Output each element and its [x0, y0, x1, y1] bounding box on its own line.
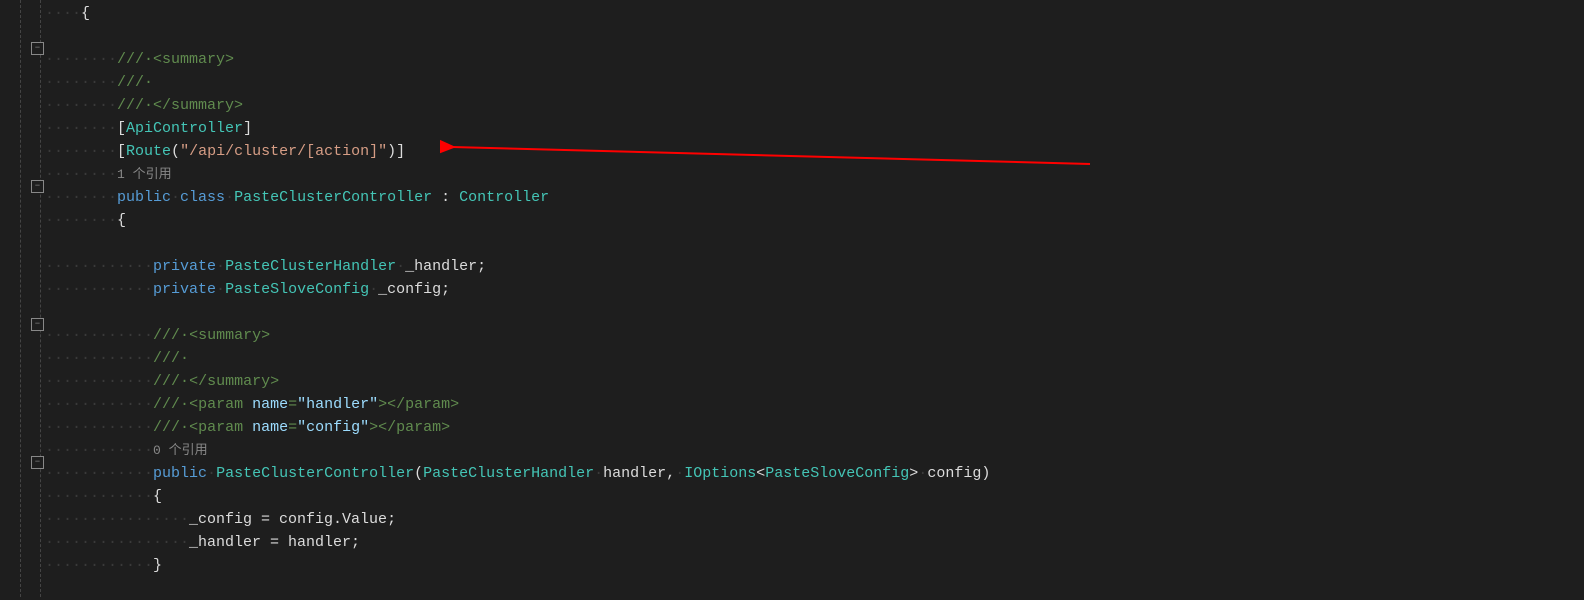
code-line[interactable]: ············private·PasteClusterHandler·… [45, 255, 1584, 278]
code-line[interactable]: ············///·<summary> [45, 324, 1584, 347]
code-line[interactable]: ············///·<param name="config"></p… [45, 416, 1584, 439]
code-line[interactable]: ········1 个引用 [45, 163, 1584, 186]
code-line[interactable]: ················_config = config.Value; [45, 508, 1584, 531]
code-line[interactable] [45, 25, 1584, 48]
code-line[interactable]: ············///·<param name="handler"></… [45, 393, 1584, 416]
codelens-references[interactable]: 0 个引用 [153, 443, 208, 458]
codelens-references[interactable]: 1 个引用 [117, 167, 172, 182]
fold-toggle-icon[interactable]: − [31, 318, 44, 331]
gutter: − − − − [0, 0, 45, 597]
code-line[interactable] [45, 301, 1584, 324]
code-line[interactable]: ············} [45, 554, 1584, 577]
fold-toggle-icon[interactable]: − [31, 42, 44, 55]
code-editor[interactable]: − − − − ····{ ········///·<summary> ····… [0, 0, 1584, 597]
code-line[interactable]: ············///·</summary> [45, 370, 1584, 393]
fold-toggle-icon[interactable]: − [31, 456, 44, 469]
code-line[interactable]: ········///·<summary> [45, 48, 1584, 71]
fold-toggle-icon[interactable]: − [31, 180, 44, 193]
code-line[interactable] [45, 232, 1584, 255]
code-line[interactable]: ············{ [45, 485, 1584, 508]
code-line[interactable]: ········[ApiController] [45, 117, 1584, 140]
code-line[interactable]: ········{ [45, 209, 1584, 232]
code-line[interactable]: ········///·</summary> [45, 94, 1584, 117]
code-line[interactable]: ············///· [45, 347, 1584, 370]
code-line[interactable]: ············0 个引用 [45, 439, 1584, 462]
code-line[interactable]: ········public·class·PasteClusterControl… [45, 186, 1584, 209]
code-line[interactable]: ················_handler = handler; [45, 531, 1584, 554]
code-line[interactable]: ········[Route("/api/cluster/[action]")] [45, 140, 1584, 163]
code-line[interactable]: ········///· [45, 71, 1584, 94]
code-line[interactable]: ············private·PasteSloveConfig·_co… [45, 278, 1584, 301]
code-line[interactable]: ············public·PasteClusterControlle… [45, 462, 1584, 485]
code-area[interactable]: ····{ ········///·<summary> ········///·… [45, 0, 1584, 597]
code-line[interactable]: ····{ [45, 2, 1584, 25]
